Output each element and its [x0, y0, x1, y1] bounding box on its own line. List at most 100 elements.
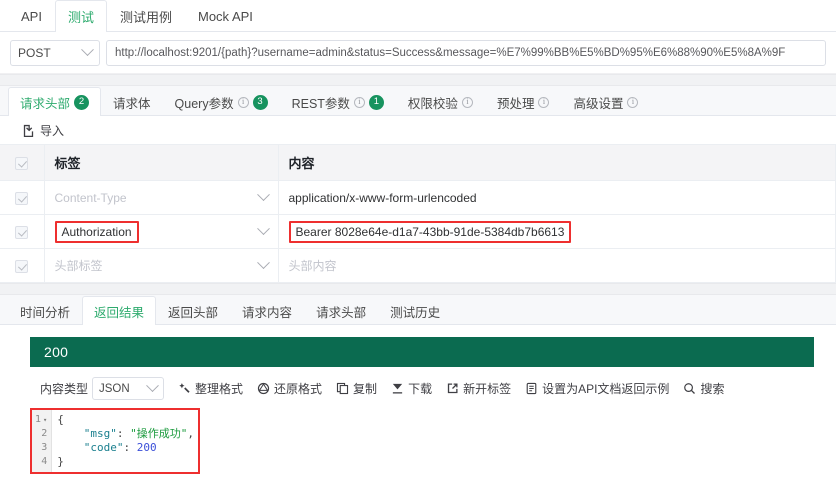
header-value-cell[interactable]: application/x-www-form-urlencoded — [278, 180, 836, 215]
code-line: { — [57, 413, 194, 427]
code-line: "msg": "操作成功", — [57, 427, 194, 441]
top-tab-test[interactable]: 测试 — [54, 0, 107, 32]
revert-format-button[interactable]: 还原格式 — [257, 380, 322, 397]
row-select-cell — [0, 180, 45, 215]
request-tab-advanced[interactable]: 高级设置 i — [561, 87, 650, 116]
info-icon[interactable]: i — [538, 96, 550, 108]
code-line: "code": 200 — [57, 441, 194, 455]
request-tab-rest-params-label: REST参数 — [291, 96, 350, 111]
fold-toggle-icon[interactable]: ▾ — [43, 413, 47, 427]
line-number: 3 — [41, 442, 48, 453]
magic-wand-icon — [178, 382, 191, 395]
download-button[interactable]: 下载 — [391, 380, 432, 397]
row-checkbox[interactable] — [15, 225, 29, 239]
set-as-api-doc-example-label: 设置为API文档返回示例 — [542, 382, 670, 396]
code-token-punct: } — [57, 455, 64, 468]
request-tab-headers-badge: 2 — [74, 94, 90, 110]
info-icon[interactable]: i — [627, 96, 639, 108]
table-header-row: 标签 内容 — [0, 144, 836, 181]
response-tab-history-label: 测试历史 — [390, 305, 441, 320]
response-tab-request-headers-label: 请求头部 — [316, 305, 367, 320]
table-row: Content-Type application/x-www-form-urle… — [0, 180, 836, 215]
response-tab-request-body[interactable]: 请求内容 — [230, 296, 304, 325]
request-tab-query-params-badge: 3 — [252, 94, 268, 110]
header-label-cell[interactable]: Content-Type — [44, 180, 279, 215]
chevron-down-icon — [256, 256, 270, 270]
select-all-checkbox[interactable] — [15, 157, 29, 171]
request-tab-query-params-label: Query参数 — [174, 96, 234, 111]
header-label-value-highlighted: Authorization — [54, 220, 139, 243]
code-token-key: "code" — [83, 441, 124, 454]
response-tab-timing[interactable]: 时间分析 — [8, 296, 82, 325]
code-line: } — [57, 455, 194, 469]
request-tab-auth-label: 权限校验 — [407, 96, 458, 111]
request-tab-preprocess[interactable]: 预处理 i — [485, 87, 562, 116]
header-value-cell[interactable]: Bearer 8028e64e-d1a7-43bb-91de-5384db7b6… — [278, 214, 836, 249]
row-checkbox[interactable] — [15, 259, 29, 273]
info-icon[interactable]: i — [461, 96, 473, 108]
response-tab-result[interactable]: 返回结果 — [82, 296, 157, 325]
info-icon[interactable]: i — [353, 96, 365, 108]
set-as-api-doc-example-button[interactable]: 设置为API文档返回示例 — [525, 380, 669, 397]
row-select-cell — [0, 214, 45, 249]
request-tab-headers[interactable]: 请求头部 2 — [8, 87, 102, 116]
select-all-cell — [0, 144, 45, 181]
top-tab-mock-api[interactable]: Mock API — [185, 0, 266, 32]
request-tab-rest-params[interactable]: REST参数 i 1 — [280, 87, 396, 116]
chevron-down-icon — [81, 43, 94, 57]
new-tab-button[interactable]: 新开标签 — [446, 380, 511, 397]
http-method-select[interactable]: POST — [10, 39, 100, 66]
search-button[interactable]: 搜索 — [683, 380, 724, 397]
response-tab-headers-label: 返回头部 — [168, 305, 219, 320]
header-label-cell[interactable]: Authorization — [44, 214, 279, 249]
top-tab-api-label: API — [21, 9, 42, 24]
chevron-down-icon — [256, 222, 270, 236]
line-number-row: 1 ▾ — [32, 413, 49, 427]
request-tab-auth[interactable]: 权限校验 i — [396, 87, 485, 116]
row-checkbox[interactable] — [15, 191, 29, 205]
header-label-value: 头部标签 — [54, 259, 103, 273]
code-token-key: "msg" — [83, 427, 117, 440]
code-token-string: "操作成功" — [130, 427, 188, 440]
result-toolbar: 内容类型 JSON 整理格式 还原格式 复制 下载 新开标签 设置为API文档返… — [0, 367, 836, 408]
header-label-cell[interactable]: 头部标签 — [44, 248, 279, 283]
top-tab-testcase[interactable]: 测试用例 — [107, 0, 185, 32]
line-number-row: 4 — [32, 455, 49, 469]
response-body-code-view[interactable]: 1 ▾ 2 3 4 { "msg": "操作成功", "code": 200} — [30, 408, 200, 474]
top-tab-api[interactable]: API — [8, 0, 55, 32]
section-divider — [0, 74, 836, 86]
url-input[interactable]: http://localhost:9201/{path}?username=ad… — [106, 39, 826, 66]
request-tab-rest-params-badge: 1 — [368, 94, 384, 110]
request-tab-query-params[interactable]: Query参数 i 3 — [163, 87, 280, 116]
import-button-label: 导入 — [40, 123, 65, 138]
copy-button[interactable]: 复制 — [336, 380, 377, 397]
content-type-value: JSON — [99, 382, 130, 395]
response-tab-request-headers[interactable]: 请求头部 — [304, 296, 378, 325]
external-link-icon — [446, 382, 459, 395]
request-tab-headers-label: 请求头部 — [20, 96, 71, 111]
code-token-number: 200 — [136, 441, 157, 454]
copy-icon — [336, 382, 349, 395]
revert-format-button-label: 还原格式 — [274, 382, 323, 396]
format-button-label: 整理格式 — [195, 382, 244, 396]
format-button[interactable]: 整理格式 — [178, 380, 243, 397]
response-tab-bar: 时间分析 返回结果 返回头部 请求内容 请求头部 测试历史 — [0, 295, 836, 325]
request-tab-body[interactable]: 请求体 — [101, 87, 163, 116]
header-value-cell[interactable]: 头部内容 — [278, 248, 836, 283]
response-tab-headers[interactable]: 返回头部 — [156, 296, 230, 325]
top-navigation-bar: API 测试 测试用例 Mock API — [0, 0, 836, 32]
response-tab-history[interactable]: 测试历史 — [378, 296, 452, 325]
request-tab-bar: 请求头部 2 请求体 Query参数 i 3 REST参数 i 1 权限校验 i… — [0, 86, 836, 116]
top-tab-mock-api-label: Mock API — [198, 9, 253, 24]
code-content[interactable]: { "msg": "操作成功", "code": 200} — [52, 410, 198, 472]
table-row: 头部标签 头部内容 — [0, 248, 836, 283]
content-type-select[interactable]: JSON — [92, 377, 165, 400]
document-icon — [525, 382, 538, 395]
request-line: POST http://localhost:9201/{path}?userna… — [0, 32, 836, 74]
import-icon — [22, 124, 35, 137]
header-value-text: application/x-www-form-urlencoded — [288, 190, 477, 205]
info-icon[interactable]: i — [237, 96, 249, 108]
import-button[interactable]: 导入 — [0, 116, 836, 144]
code-token-colon: : — [116, 427, 131, 440]
